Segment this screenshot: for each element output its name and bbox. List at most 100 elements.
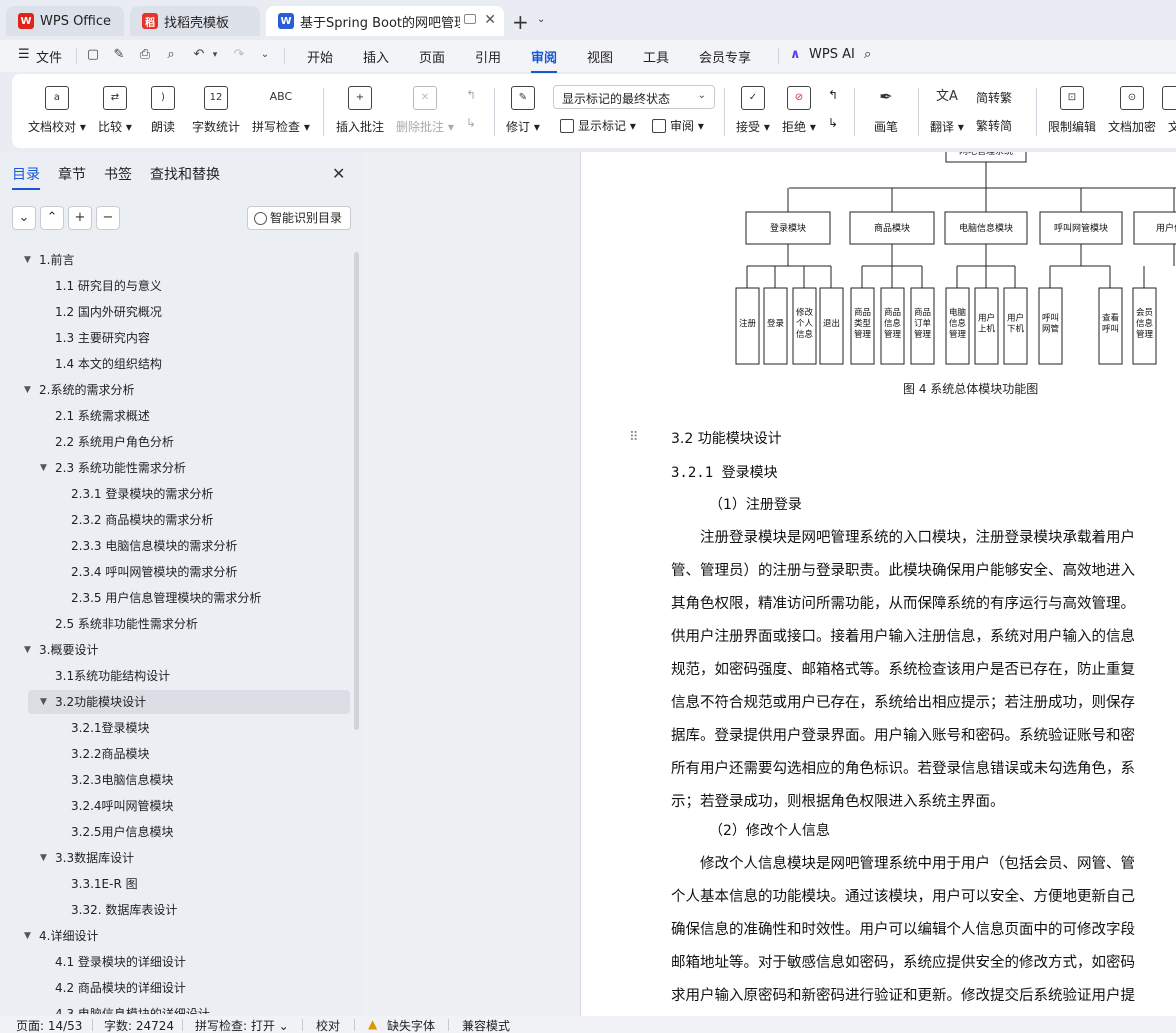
expand-triangle-icon[interactable]: ▼ [40,690,47,714]
page-indicator[interactable]: 页面: 14/53 [16,1017,82,1033]
menu-wps-ai[interactable]: WPS AI [809,47,855,62]
toc-item[interactable]: 3.2.5用户信息模块 [0,820,350,844]
close-panel-icon[interactable]: ✕ [332,164,345,183]
expand-up-button[interactable]: ⌃ [40,206,64,230]
redo-icon[interactable]: ↷ [232,48,246,62]
toc-item[interactable]: 4.2 商品模块的详细设计 [0,976,350,1000]
insert-comment-button[interactable]: + 插入批注 [336,74,384,135]
menu-home[interactable]: 开始 [307,47,333,66]
menu-tools[interactable]: 工具 [643,47,669,66]
undo-icon[interactable]: ↶ [192,48,206,62]
toc-item[interactable]: ▼ 3.3数据库设计 [0,846,350,870]
toc-item[interactable]: 3.2.2商品模块 [0,742,350,766]
print-icon[interactable]: ⎙ [138,48,152,62]
toc-item[interactable]: 1.4 本文的组织结构 [0,352,350,376]
accept-button[interactable]: ✓ 接受 ▾ [736,74,770,135]
markup-state-select[interactable]: 显示标记的最终状态 ⌄ [553,85,715,109]
restrict-edit-button[interactable]: ⊡ 限制编辑 [1048,74,1096,135]
toc-item[interactable]: ▼ 2.3 系统功能性需求分析 [0,456,350,480]
more-ribbon-button[interactable]: 文 [1162,74,1176,135]
simplified-to-traditional-button[interactable]: 简转繁 [976,89,1012,106]
save-icon[interactable]: ▢ [86,48,100,62]
undo-dropdown-icon[interactable]: ▾ [208,48,222,62]
toc-item[interactable]: ▼ 2.系统的需求分析 [0,378,350,402]
toc-item[interactable]: 3.3.1E-R 图 [0,872,350,896]
proofread-status[interactable]: 校对 [316,1017,340,1033]
toc-item[interactable]: 2.3.1 登录模块的需求分析 [0,482,350,506]
review-pane-button[interactable]: 审阅 ▾ [652,117,704,134]
monitor-icon[interactable] [464,14,476,24]
menu-member[interactable]: 会员专享 [699,47,751,66]
word-count-status[interactable]: 字数: 24724 [104,1017,174,1033]
tab-document[interactable]: W 基于Spring Boot的网吧管理系 ✕ [266,6,504,36]
toc-item[interactable]: 2.2 系统用户角色分析 [0,430,350,454]
menu-file[interactable]: 文件 [36,47,62,66]
toc-item[interactable]: 2.3.4 呼叫网管模块的需求分析 [0,560,350,584]
toc-item[interactable]: 3.2.4呼叫网管模块 [0,794,350,818]
toc-item[interactable]: 1.1 研究目的与意义 [0,274,350,298]
read-aloud-button[interactable]: ) 朗读 [151,74,175,135]
prev-comment-icon[interactable]: ↰ [466,88,476,102]
expand-triangle-icon[interactable]: ▼ [24,248,31,272]
delete-comment-button[interactable]: ✕ 删除批注 ▾ [396,74,454,135]
toc-item[interactable]: 2.3.2 商品模块的需求分析 [0,508,350,532]
add-heading-button[interactable]: + [68,206,92,230]
print-preview-icon[interactable]: ⌕ [164,48,178,62]
close-tab-icon[interactable]: ✕ [484,12,496,28]
toc-item[interactable]: ▼ 1.前言 [0,248,350,272]
translate-button[interactable]: 文A 翻译 ▾ [930,74,964,135]
toc-item[interactable]: 4.1 登录模块的详细设计 [0,950,350,974]
traditional-to-simplified-button[interactable]: 繁转简 [976,117,1012,134]
word-count-button[interactable]: 12 字数统计 [192,74,240,135]
smart-toc-button[interactable]: 智能识别目录 [247,206,351,230]
missing-font-status[interactable]: 缺失字体 [387,1017,435,1033]
toc-item[interactable]: 3.1系统功能结构设计 [0,664,350,688]
menu-references[interactable]: 引用 [475,47,501,66]
collapse-all-button[interactable]: ⌄ [12,206,36,230]
chevron-down-icon[interactable]: ⌄ [537,14,545,25]
expand-triangle-icon[interactable]: ▼ [40,456,47,480]
toc-item[interactable]: 2.5 系统非功能性需求分析 [0,612,350,636]
tab-find-replace[interactable]: 查找和替换 [150,164,220,184]
tab-sections[interactable]: 章节 [58,164,86,184]
expand-triangle-icon[interactable]: ▼ [40,846,47,870]
new-tab-button[interactable]: + [512,10,529,34]
doc-check-button[interactable]: a 文档校对 ▾ [28,74,86,135]
toc-item[interactable]: 2.3.5 用户信息管理模块的需求分析 [0,586,350,610]
spell-check-status[interactable]: 拼写检查: 打开 ⌄ [195,1017,289,1033]
tab-wps-office[interactable]: W WPS Office [6,6,124,36]
toc-item[interactable]: ▼ 3.2功能模块设计 [28,690,350,714]
tab-toc[interactable]: 目录 [12,164,40,190]
tab-bookmarks[interactable]: 书签 [104,164,132,184]
hamburger-icon[interactable]: ☰ [18,47,30,62]
toc-item[interactable]: ▼ 4.详细设计 [0,924,350,948]
toc-item[interactable]: 2.1 系统需求概述 [0,404,350,428]
more-chevron-icon[interactable]: ⌄ [258,48,272,62]
menu-page[interactable]: 页面 [419,47,445,66]
reject-button[interactable]: ⊘ 拒绝 ▾ [782,74,816,135]
drag-handle-icon[interactable]: ⠿ [629,430,639,445]
next-change-icon[interactable]: ↳ [828,116,838,130]
toc-item[interactable]: 3.2.1登录模块 [0,716,350,740]
compat-mode-status[interactable]: 兼容模式 [462,1017,510,1033]
remove-heading-button[interactable]: − [96,206,120,230]
next-comment-icon[interactable]: ↳ [466,116,476,130]
search-icon[interactable]: ⌕ [864,47,871,62]
toc-item[interactable]: 1.3 主要研究内容 [0,326,350,350]
pen-button[interactable]: ✒ 画笔 [874,74,898,135]
toc-item[interactable]: 2.3.3 电脑信息模块的需求分析 [0,534,350,558]
menu-insert[interactable]: 插入 [363,47,389,66]
panel-scrollbar[interactable] [354,252,359,730]
prev-change-icon[interactable]: ↰ [828,88,838,102]
expand-triangle-icon[interactable]: ▼ [24,378,31,402]
expand-triangle-icon[interactable]: ▼ [24,924,31,948]
format-painter-icon[interactable]: ✎ [112,48,126,62]
expand-triangle-icon[interactable]: ▼ [24,638,31,662]
toc-item[interactable]: 1.2 国内外研究概况 [0,300,350,324]
track-changes-button[interactable]: ✎ 修订 ▾ [506,74,540,135]
menu-review[interactable]: 审阅 [531,47,558,73]
menu-view[interactable]: 视图 [587,47,613,66]
compare-button[interactable]: ⇄ 比较 ▾ [98,74,132,135]
show-markup-button[interactable]: 显示标记 ▾ [560,117,636,134]
toc-item[interactable]: 4.3 电脑信息模块的详细设计 [0,1002,350,1014]
